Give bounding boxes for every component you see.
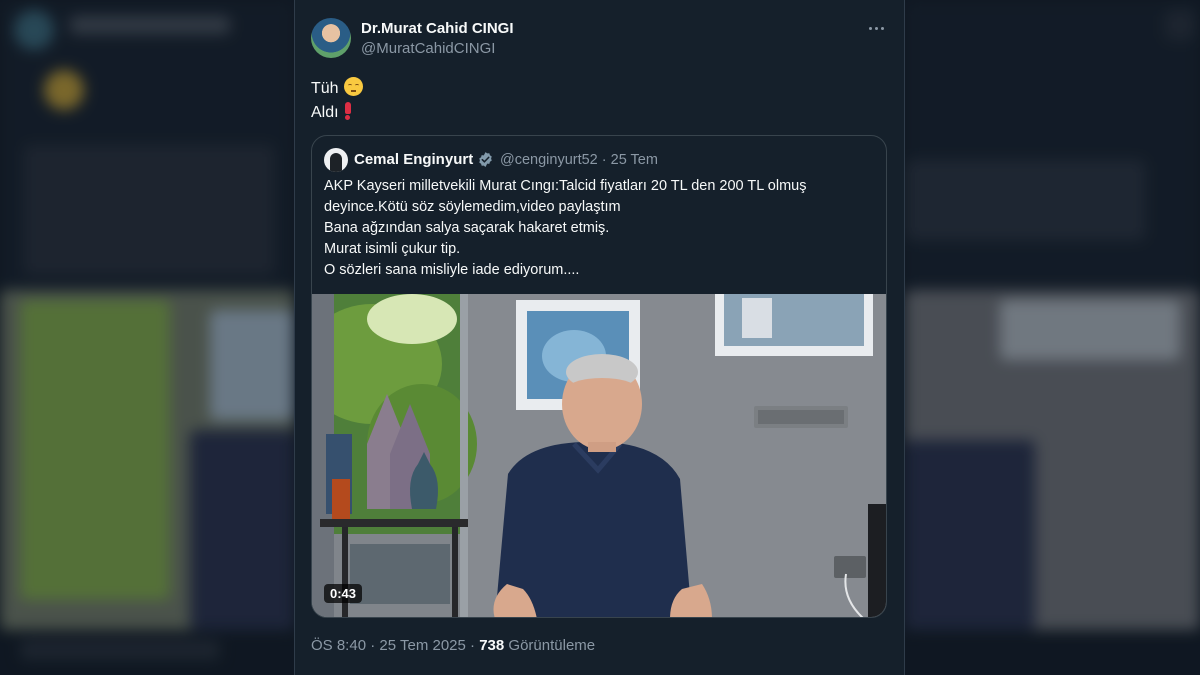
quoted-text-line: Murat isimli çukur tip. <box>324 241 461 257</box>
quoted-text-line: AKP Kayseri milletvekili Murat Cıngı:Tal… <box>324 178 807 194</box>
quoted-date[interactable]: 25 Tem <box>611 152 658 168</box>
verified-badge-icon <box>479 152 492 167</box>
quoted-author-handle[interactable]: @cenginyurt52 <box>500 152 598 168</box>
quoted-text-line: O sözleri sana misliyle iade ediyorum...… <box>324 262 580 278</box>
video-duration: 0:43 <box>324 584 363 603</box>
quoted-text-line: deyince.Kötü söz söylemedim,video paylaş… <box>324 199 621 215</box>
author-avatar[interactable] <box>311 18 351 58</box>
tweet-card: Dr.Murat Cahid CINGI @MuratCahidCINGI Tü… <box>294 0 905 675</box>
red-exclamation-emoji-icon <box>344 102 351 120</box>
footer-separator: · <box>470 637 480 654</box>
relieved-face-emoji-icon <box>343 77 363 96</box>
meta-separator: · <box>601 152 611 168</box>
more-horizontal-icon[interactable] <box>864 18 888 38</box>
quoted-tweet[interactable]: Cemal Enginyurt @cenginyurt52 · 25 Tem A… <box>311 135 887 618</box>
video-frame <box>312 294 886 617</box>
footer-separator: · <box>370 637 380 654</box>
views-label: Görüntüleme <box>508 637 596 654</box>
tweet-text-tuh: Tüh <box>311 80 339 97</box>
quoted-text-line: Bana ağzından salya saçarak hakaret etmi… <box>324 220 610 236</box>
quoted-author-name[interactable]: Cemal Enginyurt <box>354 151 473 168</box>
tweet-time[interactable]: ÖS 8:40 <box>311 637 366 654</box>
author-name[interactable]: Dr.Murat Cahid CINGI <box>361 20 514 37</box>
tweet-text-line-1: Tüh <box>311 77 363 98</box>
video-player[interactable]: 0:43 <box>312 294 886 617</box>
quoted-author-avatar[interactable] <box>324 148 348 172</box>
background-shade-right <box>905 0 1200 675</box>
quoted-meta: @cenginyurt52 · 25 Tem <box>500 152 658 168</box>
tweet-date[interactable]: 25 Tem 2025 <box>379 637 465 654</box>
tweet-footer: ÖS 8:40 · 25 Tem 2025 · 738 Görüntüleme <box>311 637 595 654</box>
tweet-text-line-2: Aldı <box>311 102 351 122</box>
views-count: 738 <box>479 637 505 654</box>
background-shade-left <box>0 0 294 675</box>
author-handle[interactable]: @MuratCahidCINGI <box>361 40 495 57</box>
tweet-text-aldi: Aldı <box>311 104 339 121</box>
